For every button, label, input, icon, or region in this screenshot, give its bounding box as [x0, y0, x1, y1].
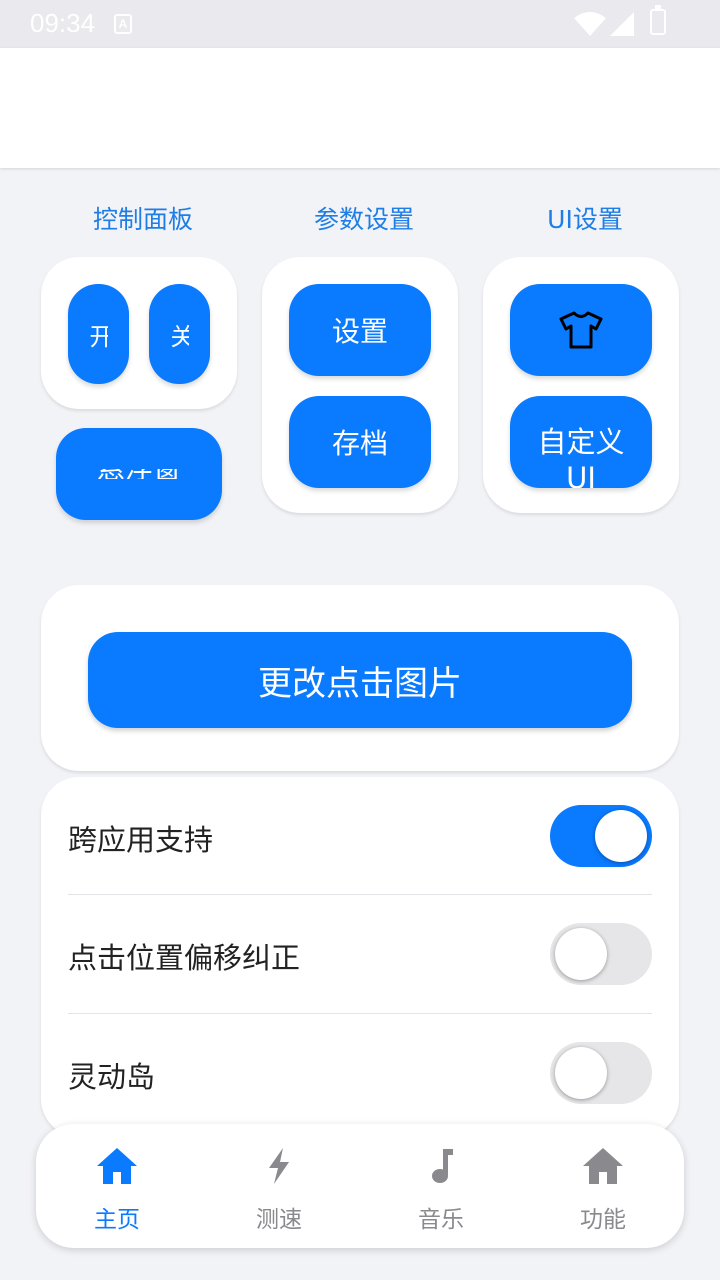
section-title-params: 参数设置	[313, 205, 414, 234]
section-title-ui: UI设置	[547, 205, 623, 234]
setting-row-offset-correction: 点击位置偏移纠正	[68, 895, 652, 1013]
dynamic-island-toggle[interactable]	[550, 1042, 652, 1104]
tab-features-label: 功能	[580, 1207, 626, 1233]
settings-button-label: 设置	[331, 315, 388, 348]
section-title-control: 控制面板	[92, 205, 193, 234]
signal-icon	[610, 12, 634, 36]
settings-button[interactable]: 设置	[289, 284, 431, 376]
toggle-knob	[555, 928, 607, 980]
setting-label-dynamic-island: 灵动岛	[68, 1060, 156, 1094]
setting-label-offset-correction: 点击位置偏移纠正	[68, 941, 301, 975]
app-bar	[0, 48, 720, 168]
tab-features[interactable]: 功能	[522, 1124, 684, 1248]
setting-row-cross-app: 跨应用支持	[68, 777, 652, 895]
close-button[interactable]: 关	[149, 284, 210, 384]
home-icon	[97, 1148, 137, 1184]
floating-window-button[interactable]: 悬浮窗	[56, 428, 222, 520]
wifi-icon	[574, 12, 606, 36]
tab-home[interactable]: 主页	[36, 1124, 198, 1248]
floating-window-label: 悬浮窗	[97, 469, 181, 479]
offset-correction-toggle[interactable]	[550, 923, 652, 985]
setting-label-cross-app: 跨应用支持	[68, 823, 214, 857]
cross-app-toggle[interactable]	[550, 805, 652, 867]
change-click-image-button[interactable]: 更改点击图片	[88, 632, 632, 728]
close-button-label: 关	[170, 322, 189, 351]
save-button-label: 存档	[331, 427, 388, 460]
shirt-icon	[559, 311, 603, 349]
lightning-icon	[269, 1148, 289, 1184]
open-button-label: 开	[89, 322, 108, 351]
toggle-knob	[595, 810, 647, 862]
custom-ui-button[interactable]: 自定义UI	[510, 396, 652, 488]
bottom-tab-bar: 主页 测速 音乐 功能	[36, 1124, 684, 1248]
tab-speed-test-label: 测速	[256, 1207, 302, 1233]
tab-home-label: 主页	[94, 1207, 140, 1233]
custom-ui-label: 自定义UI	[537, 425, 625, 488]
toggle-knob	[555, 1047, 607, 1099]
music-note-icon	[432, 1149, 453, 1183]
tab-music[interactable]: 音乐	[360, 1124, 522, 1248]
tab-speed-test[interactable]: 测速	[198, 1124, 360, 1248]
change-click-image-label: 更改点击图片	[258, 663, 462, 704]
open-button[interactable]: 开	[68, 284, 129, 384]
notification-a-icon: A	[114, 14, 132, 34]
battery-icon	[650, 5, 666, 35]
save-button[interactable]: 存档	[289, 396, 431, 488]
status-bar: 09:34 A	[0, 0, 720, 48]
home-icon	[583, 1148, 623, 1184]
theme-button[interactable]	[510, 284, 652, 376]
setting-row-dynamic-island: 灵动岛	[68, 1014, 652, 1132]
status-time: 09:34	[30, 8, 96, 38]
tab-music-label: 音乐	[418, 1207, 464, 1233]
